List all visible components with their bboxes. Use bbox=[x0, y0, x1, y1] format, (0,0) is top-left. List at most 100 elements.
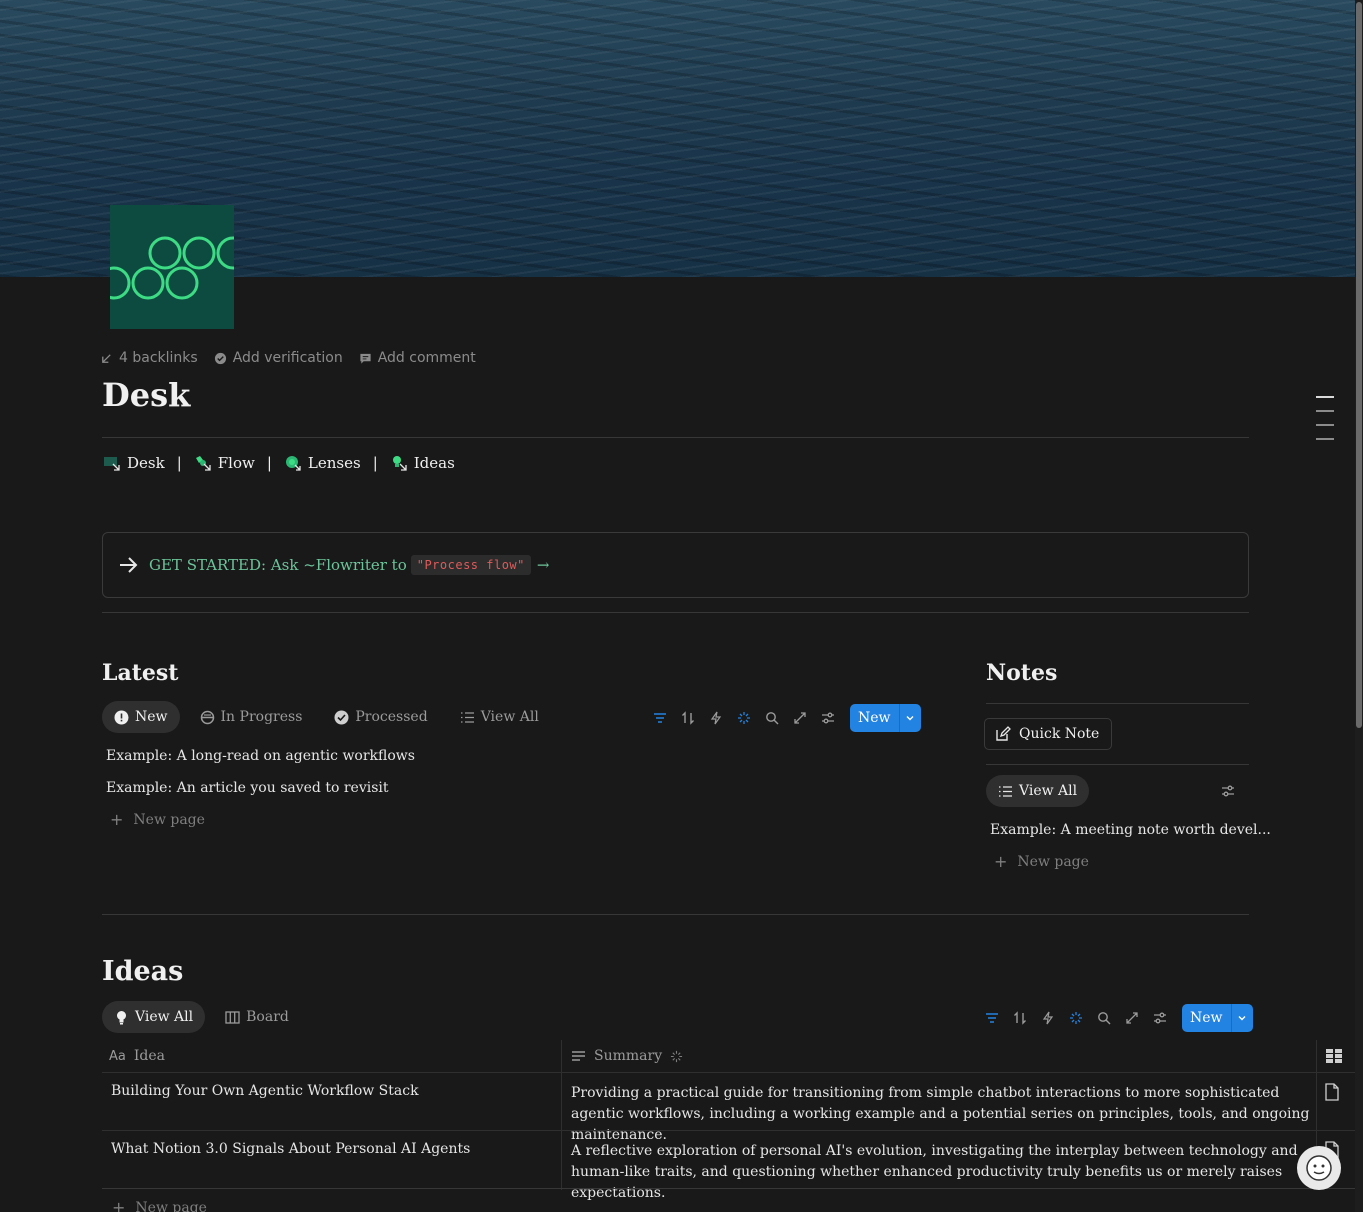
in-progress-icon bbox=[200, 710, 214, 724]
tab-processed[interactable]: Processed bbox=[322, 701, 439, 733]
page-cell[interactable] bbox=[1324, 1083, 1340, 1105]
search-button[interactable] bbox=[1094, 1008, 1114, 1028]
scrollbar-thumb[interactable] bbox=[1356, 2, 1362, 728]
filter-button[interactable] bbox=[982, 1008, 1002, 1028]
tab-new[interactable]: New bbox=[102, 701, 180, 733]
text-lines-icon bbox=[572, 1050, 585, 1061]
divider bbox=[102, 612, 1249, 613]
notes-settings-button[interactable] bbox=[1218, 781, 1238, 801]
expand-icon bbox=[794, 712, 806, 724]
new-dropdown-button[interactable] bbox=[898, 704, 921, 732]
tab-label: View All bbox=[480, 709, 539, 725]
flow-icon bbox=[195, 456, 211, 471]
list-icon bbox=[460, 711, 474, 723]
nav-separator: | bbox=[176, 454, 182, 472]
desk-icon bbox=[104, 457, 120, 471]
idea-cell[interactable]: Building Your Own Agentic Workflow Stack bbox=[111, 1083, 551, 1099]
page-title[interactable]: Desk bbox=[102, 376, 190, 414]
summary-cell[interactable]: A reflective exploration of personal AI'… bbox=[571, 1141, 1311, 1204]
tab-in-progress[interactable]: In Progress bbox=[188, 701, 315, 733]
tab-label: Processed bbox=[355, 709, 428, 725]
filter-button[interactable] bbox=[650, 708, 670, 728]
new-dropdown-button[interactable] bbox=[1230, 1004, 1253, 1032]
ai-button[interactable] bbox=[1066, 1008, 1086, 1028]
toc-line bbox=[1316, 424, 1334, 426]
toc-line bbox=[1316, 438, 1334, 440]
callout-text: GET STARTED: Ask ~Flowriter to bbox=[149, 556, 407, 574]
tab-label: In Progress bbox=[220, 709, 303, 725]
nav-link-desk[interactable]: Desk bbox=[103, 454, 165, 472]
table-row[interactable]: Building Your Own Agentic Workflow Stack… bbox=[102, 1072, 1355, 1143]
sort-button[interactable] bbox=[1010, 1008, 1030, 1028]
latest-toolbar: New bbox=[650, 704, 921, 732]
tab-board[interactable]: Board bbox=[213, 1001, 301, 1033]
verification-label: Add verification bbox=[232, 350, 343, 366]
ideas-table-header: Aa Idea Summary bbox=[102, 1040, 1355, 1072]
backlinks-button[interactable]: 4 backlinks bbox=[100, 350, 198, 366]
chevron-down-icon bbox=[1238, 1016, 1246, 1021]
automation-button[interactable] bbox=[706, 708, 726, 728]
arrow-right-icon bbox=[120, 557, 138, 573]
column-header-more[interactable] bbox=[1326, 1040, 1342, 1072]
sliders-icon bbox=[1222, 785, 1234, 797]
comment-icon bbox=[360, 353, 371, 364]
divider bbox=[102, 437, 1249, 438]
quick-note-button[interactable]: Quick Note bbox=[984, 718, 1113, 750]
settings-button[interactable] bbox=[818, 708, 838, 728]
lightbulb-icon bbox=[117, 1010, 126, 1024]
column-header-label: Idea bbox=[133, 1048, 165, 1064]
document-icon bbox=[1325, 1083, 1339, 1101]
callout-arrow: → bbox=[536, 556, 550, 574]
nav-link-label: Ideas bbox=[413, 454, 455, 472]
settings-button[interactable] bbox=[1150, 1008, 1170, 1028]
list-item[interactable]: Example: A meeting note worth devel... bbox=[990, 822, 1271, 838]
add-verification-button[interactable]: Add verification bbox=[214, 350, 343, 366]
tab-view-all[interactable]: View All bbox=[448, 701, 551, 733]
table-icon bbox=[1326, 1049, 1342, 1063]
automation-button[interactable] bbox=[1038, 1008, 1058, 1028]
ai-button[interactable] bbox=[734, 708, 754, 728]
nav-link-lenses[interactable]: Lenses bbox=[284, 454, 361, 472]
chevron-down-icon bbox=[906, 716, 914, 721]
notes-view-tabs: View All bbox=[986, 775, 1090, 807]
expand-button[interactable] bbox=[790, 708, 810, 728]
search-icon bbox=[1098, 1012, 1111, 1025]
nav-link-flow[interactable]: Flow bbox=[194, 454, 255, 472]
sliders-icon bbox=[822, 712, 834, 724]
nav-separator: | bbox=[266, 454, 272, 472]
new-idea-button[interactable]: New bbox=[1182, 1004, 1253, 1032]
column-header-idea[interactable]: Aa Idea bbox=[109, 1040, 165, 1072]
ideas-heading: Ideas bbox=[102, 956, 184, 987]
notion-ai-assistant-button[interactable] bbox=[1297, 1146, 1341, 1190]
list-item[interactable]: Example: A long-read on agentic workflow… bbox=[106, 748, 415, 764]
comment-label: Add comment bbox=[377, 350, 476, 366]
search-button[interactable] bbox=[762, 708, 782, 728]
page-icon[interactable] bbox=[110, 205, 234, 329]
idea-cell[interactable]: What Notion 3.0 Signals About Personal A… bbox=[111, 1141, 551, 1157]
rings-icon bbox=[110, 236, 234, 300]
search-icon bbox=[766, 712, 779, 725]
sliders-icon bbox=[1154, 1012, 1166, 1024]
notes-new-page-button[interactable]: + New page bbox=[994, 852, 1089, 871]
latest-view-tabs: New In Progress Processed View All bbox=[102, 701, 551, 733]
tab-ideas-view-all[interactable]: View All bbox=[102, 1001, 206, 1033]
table-row[interactable]: What Notion 3.0 Signals About Personal A… bbox=[102, 1130, 1355, 1201]
new-entry-button[interactable]: New bbox=[850, 704, 921, 732]
sort-button[interactable] bbox=[678, 708, 698, 728]
edit-icon bbox=[996, 726, 1011, 741]
add-comment-button[interactable]: Add comment bbox=[359, 350, 476, 366]
tab-notes-view-all[interactable]: View All bbox=[986, 775, 1090, 807]
list-item[interactable]: Example: An article you saved to revisit bbox=[106, 780, 389, 796]
toc-line bbox=[1316, 410, 1334, 412]
column-header-summary[interactable]: Summary bbox=[571, 1040, 683, 1072]
sparkle-icon bbox=[738, 712, 750, 724]
table-of-contents-indicator[interactable] bbox=[1316, 396, 1334, 452]
tab-label: View All bbox=[135, 1009, 194, 1025]
get-started-callout[interactable]: GET STARTED: Ask ~Flowriter to "Process … bbox=[102, 532, 1249, 598]
latest-new-page-button[interactable]: + New page bbox=[110, 810, 205, 829]
divider bbox=[102, 1188, 1355, 1189]
expand-button[interactable] bbox=[1122, 1008, 1142, 1028]
nav-link-ideas[interactable]: Ideas bbox=[390, 454, 455, 472]
plus-icon: + bbox=[110, 810, 124, 829]
ideas-new-page-button[interactable]: + New page bbox=[112, 1198, 207, 1212]
